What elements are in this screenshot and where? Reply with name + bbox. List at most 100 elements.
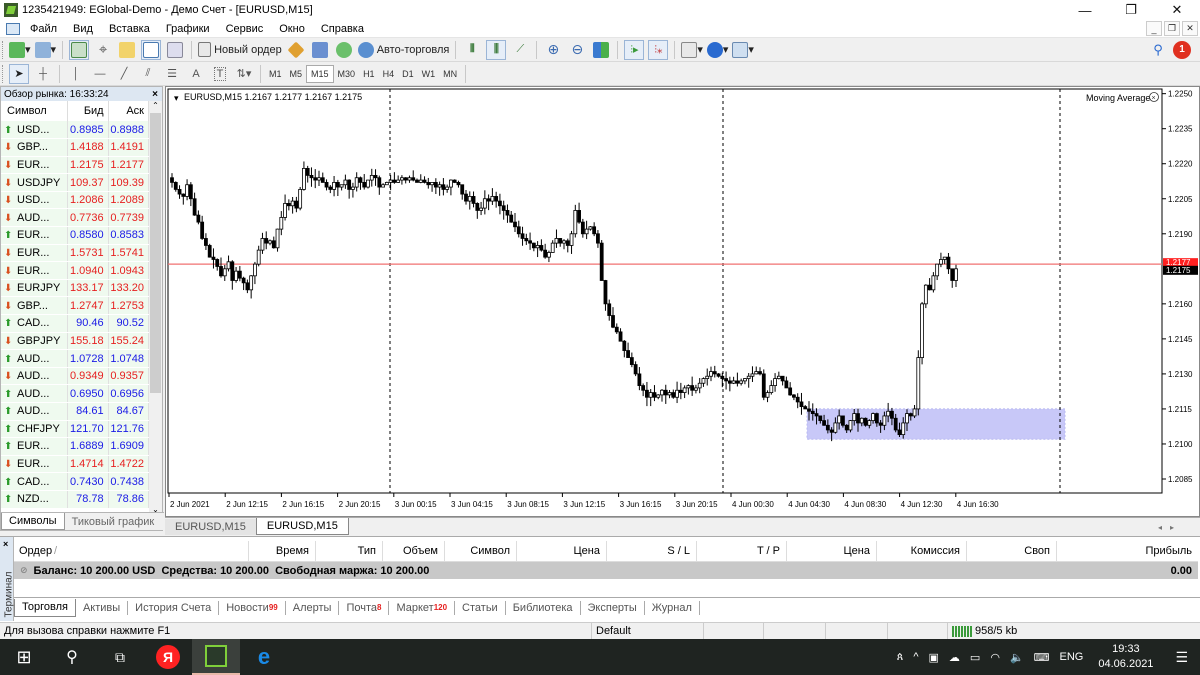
metatrader-taskbar-button[interactable] <box>192 639 240 675</box>
notifications-icon[interactable]: ☰ <box>1163 649 1200 666</box>
terminal-close-button[interactable]: × <box>3 539 8 549</box>
timeframe-h1[interactable]: H1 <box>359 65 379 83</box>
column-order[interactable]: Ордер <box>14 541 54 561</box>
mdi-restore-button[interactable]: ❐ <box>1164 21 1180 36</box>
restore-button[interactable]: ❐ <box>1108 0 1154 20</box>
column-volume[interactable]: Объем <box>383 540 445 561</box>
horizontal-line-tool[interactable]: — <box>90 64 110 84</box>
market-watch-row[interactable]: ⬆ AUD... 0.6950 0.6956 <box>1 384 150 403</box>
timeframe-m5[interactable]: M5 <box>286 65 307 83</box>
clock[interactable]: 19:33 04.06.2021 <box>1088 642 1163 672</box>
defender-icon[interactable]: ▣ <box>924 651 944 664</box>
terminal-tab-8[interactable]: Библиотека <box>506 600 581 615</box>
chart-window[interactable]: 1.2250 1.2235 1.2220 1.2205 1.2190 1.2160 1.21… <box>165 86 1200 517</box>
column-commission[interactable]: Комиссия <box>877 540 967 561</box>
zoom-out-button[interactable]: ⊖ <box>567 40 587 60</box>
text-label-tool[interactable]: T <box>210 64 230 84</box>
arrows-tool[interactable]: ⇅▾ <box>234 64 254 84</box>
market-watch-row[interactable]: ⬇ EUR... 1.5731 1.5741 <box>1 244 150 263</box>
strategy-tester-button[interactable] <box>165 40 185 60</box>
menu-tools[interactable]: Сервис <box>218 23 272 35</box>
keyboard-icon[interactable]: ⌨ <box>1029 651 1055 664</box>
volume-icon[interactable]: 🔈 <box>1005 651 1029 664</box>
terminal-tab-10[interactable]: Журнал <box>645 600 700 615</box>
market-watch-row[interactable]: ⬇ GBPJPY 155.18 155.24 <box>1 332 150 351</box>
market-watch-row[interactable]: ⬇ USDJPY 109.37 109.39 <box>1 173 150 192</box>
menu-charts[interactable]: Графики <box>158 23 218 35</box>
menu-file[interactable]: Файл <box>22 23 65 35</box>
column-type[interactable]: Тип <box>316 540 383 561</box>
auto-scroll-button[interactable]: ⫶▸ <box>624 39 645 60</box>
market-watch-row[interactable]: ⬇ GBP... 1.2747 1.2753 <box>1 296 150 316</box>
edge-button[interactable]: e <box>240 639 288 675</box>
timeframe-m15[interactable]: M15 <box>306 64 334 83</box>
market-watch-row[interactable]: ⬆ USD... 0.8985 0.8988 <box>1 121 150 140</box>
chart-tabs-scroll[interactable]: ◂▸ <box>1148 521 1192 534</box>
input-language[interactable]: ENG <box>1055 651 1089 663</box>
data-window-button[interactable]: ⌖ <box>93 40 113 60</box>
wifi-icon[interactable]: ◠ <box>985 651 1005 664</box>
start-button[interactable]: ⊞ <box>0 639 48 675</box>
search-button[interactable]: ⚲ <box>1148 40 1168 60</box>
chart-header-arrow-icon[interactable]: ▾ <box>174 93 179 103</box>
zoom-in-button[interactable]: ⊕ <box>543 40 563 60</box>
market-watch-close-button[interactable]: × <box>152 89 162 100</box>
market-watch-row[interactable]: ⬆ CAD... 90.46 90.52 <box>1 314 150 333</box>
column-price[interactable]: Цена <box>517 540 607 561</box>
auto-trading-button[interactable]: Авто-торговля <box>357 40 449 60</box>
timeframe-h4[interactable]: H4 <box>379 65 399 83</box>
column-ask[interactable]: Аск <box>108 101 150 121</box>
mdi-minimize-button[interactable]: _ <box>1146 21 1162 36</box>
terminal-tab-6[interactable]: Маркет 120 <box>389 600 456 615</box>
market-watch-row[interactable]: ⬇ AUD... 0.7736 0.7739 <box>1 208 150 228</box>
rectangle-object[interactable] <box>806 408 1066 440</box>
market-watch-row[interactable]: ⬇ EUR... 1.2175 1.2177 <box>1 156 150 175</box>
menu-view[interactable]: Вид <box>65 23 101 35</box>
templates-button[interactable]: ▾ <box>732 40 754 60</box>
market-watch-toggle[interactable] <box>69 39 90 60</box>
market-watch-row[interactable]: ⬇ USD... 1.2086 1.2089 <box>1 191 150 210</box>
candlestick-chart[interactable]: 1.2250 1.2235 1.2220 1.2205 1.2190 1.2160 1.21… <box>166 87 1199 516</box>
tray-expand-icon[interactable]: ^ <box>908 651 923 663</box>
tab-symbols[interactable]: Символы <box>1 513 65 530</box>
market-watch-row[interactable]: ⬆ CHFJPY 121.70 121.76 <box>1 420 150 439</box>
tile-windows-button[interactable] <box>591 40 611 60</box>
indicators-button[interactable]: ▾ <box>681 40 703 60</box>
market-watch-row[interactable]: ⬆ AUD... 84.61 84.67 <box>1 402 150 421</box>
market-watch-row[interactable]: ⬇ EUR... 1.4714 1.4722 <box>1 455 150 474</box>
terminal-tab-3[interactable]: Новости 99 <box>219 600 286 615</box>
vps-button[interactable] <box>334 40 354 60</box>
terminal-tab-5[interactable]: Почта 8 <box>339 600 390 615</box>
column-symbol[interactable]: Символ <box>1 101 69 121</box>
terminal-toggle[interactable] <box>141 39 162 60</box>
scrollbar-thumb[interactable] <box>150 113 161 393</box>
people-icon[interactable]: ጰ <box>892 651 909 664</box>
new-order-button[interactable]: Новый ордер <box>198 40 282 60</box>
status-connection[interactable]: 958/5 kb <box>948 623 1200 640</box>
terminal-tab-1[interactable]: Активы <box>76 600 129 615</box>
column-sl[interactable]: S / L <box>607 540 697 561</box>
chart-tab[interactable]: EURUSD,M15 <box>165 519 256 535</box>
market-watch-row[interactable]: ⬆ NZD... 78.78 78.86 <box>1 490 150 509</box>
search-taskbar-button[interactable]: ⚲ <box>48 639 96 675</box>
terminal-tab-9[interactable]: Эксперты <box>581 600 645 615</box>
metaeditor-button[interactable] <box>286 40 306 60</box>
market-watch-row[interactable]: ⬆ AUD... 1.0728 1.0748 <box>1 349 150 368</box>
onedrive-icon[interactable]: ☁ <box>944 651 965 664</box>
market-watch-scrollbar[interactable]: ⌃ ⌄ <box>149 101 162 514</box>
profiles-button[interactable]: ▾ <box>34 40 56 60</box>
terminal-tab-4[interactable]: Алерты <box>286 600 340 615</box>
menu-window[interactable]: Окно <box>271 23 313 35</box>
chart-window-icon[interactable] <box>6 22 20 35</box>
column-profit[interactable]: Прибыль <box>1057 541 1198 561</box>
market-watch-row[interactable]: ⬇ EUR... 1.0940 1.0943 <box>1 261 150 280</box>
cursor-tool[interactable]: ➤ <box>9 63 29 84</box>
timeframe-w1[interactable]: W1 <box>418 65 440 83</box>
task-view-button[interactable]: ⧉ <box>96 639 144 675</box>
yandex-browser-button[interactable]: Я <box>144 639 192 675</box>
trendline-tool[interactable]: ╱ <box>114 64 134 84</box>
timeframe-mn[interactable]: MN <box>439 65 461 83</box>
market-watch-row[interactable]: ⬆ EUR... 0.8580 0.8583 <box>1 226 150 245</box>
market-watch-row[interactable]: ⬆ EUR... 1.6889 1.6909 <box>1 437 150 456</box>
menu-help[interactable]: Справка <box>313 23 372 35</box>
